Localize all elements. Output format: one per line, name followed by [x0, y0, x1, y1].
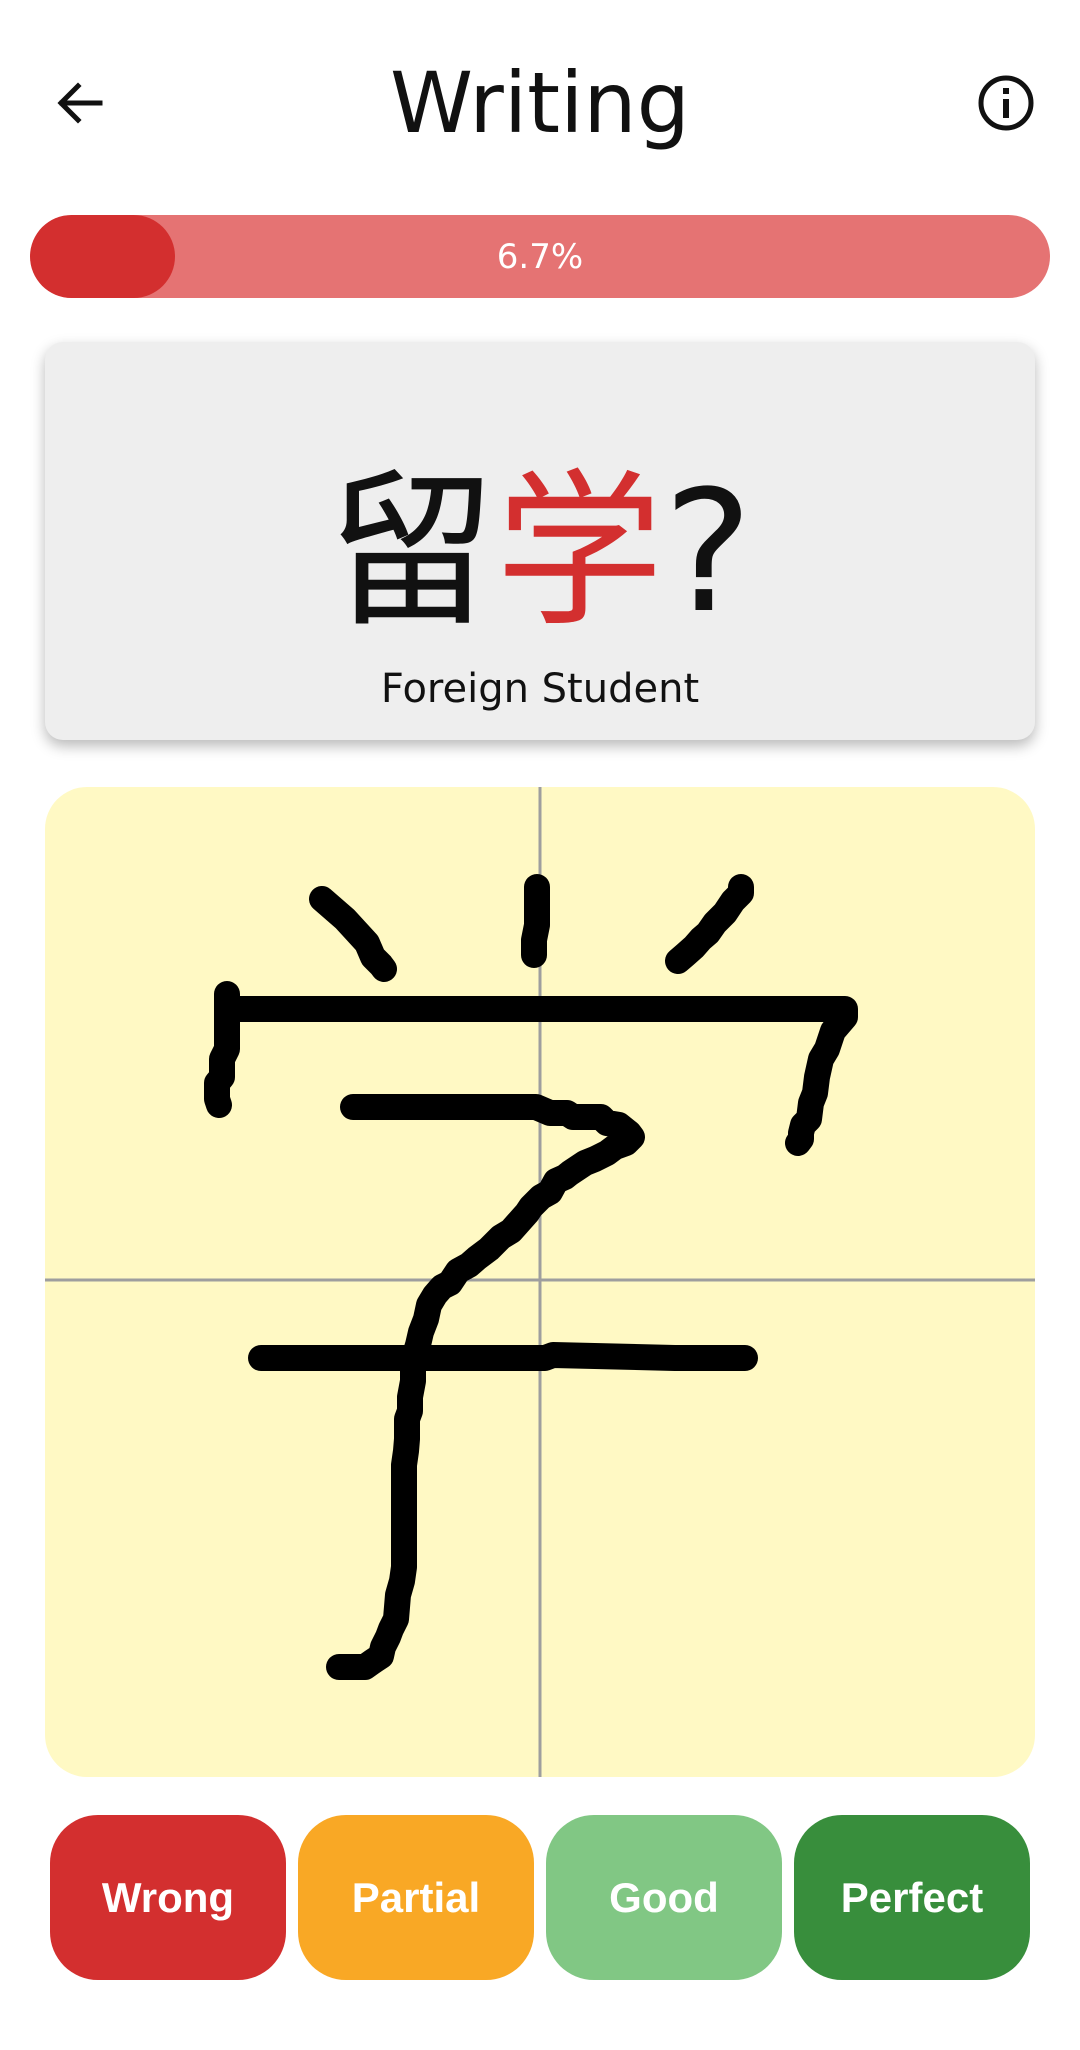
info-button[interactable]: [966, 65, 1046, 145]
info-circle-icon: [976, 73, 1036, 137]
page-title: Writing: [390, 54, 690, 152]
top-bar: Writing: [0, 0, 1080, 210]
ink-stroke: [326, 1094, 645, 1680]
ink-stroke: [248, 1342, 758, 1371]
wrong-button[interactable]: Wrong: [50, 1815, 286, 1980]
drawing-surface: [45, 787, 1035, 1777]
grading-buttons: Wrong Partial Good Perfect: [50, 1815, 1030, 1980]
perfect-button[interactable]: Perfect: [794, 1815, 1030, 1980]
ink-stroke: [521, 874, 550, 968]
prompt-prefix-char: 留: [327, 454, 496, 650]
prompt-target-char: 学: [495, 454, 664, 650]
prompt-word: 留学?: [45, 452, 1035, 652]
prompt-meaning: Foreign Student: [380, 666, 700, 712]
prompt-card: 留学? Foreign Student: [45, 342, 1035, 740]
good-button[interactable]: Good: [546, 1815, 782, 1980]
progress-bar: 6.7%: [30, 215, 1050, 298]
ink-stroke: [665, 874, 754, 974]
drawing-canvas[interactable]: [45, 787, 1035, 1777]
ink-stroke: [309, 886, 397, 982]
progress-label: 6.7%: [496, 236, 584, 277]
prompt-suffix: ?: [663, 454, 753, 650]
partial-button[interactable]: Partial: [298, 1815, 534, 1980]
